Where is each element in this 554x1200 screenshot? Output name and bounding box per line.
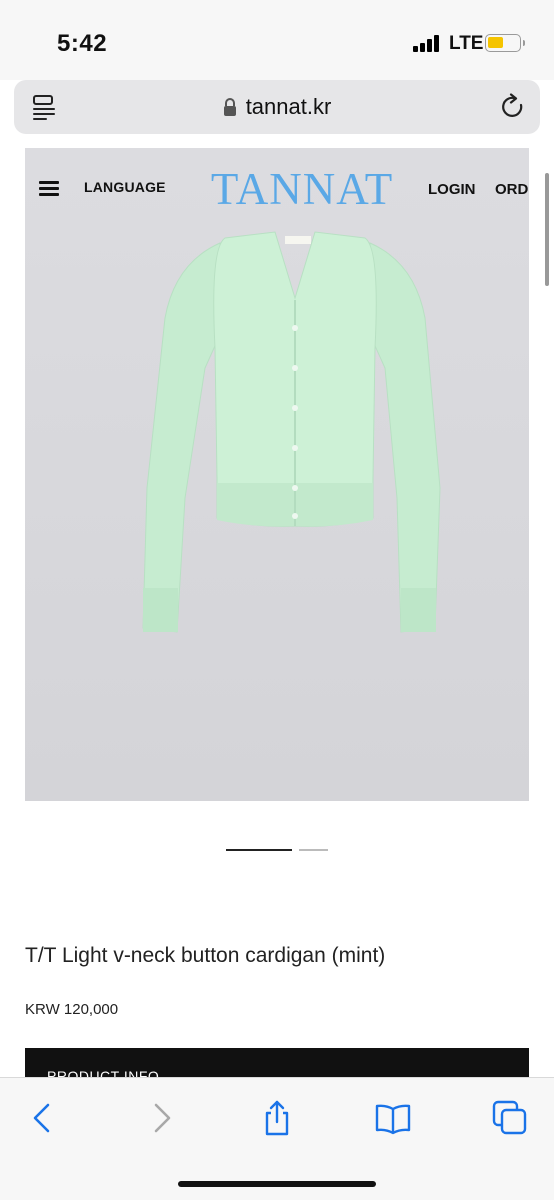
forward-chevron-icon[interactable] — [143, 1100, 179, 1136]
url-domain[interactable]: tannat.kr — [246, 94, 332, 120]
carousel-indicator — [226, 849, 330, 853]
cellular-signal-icon — [413, 34, 443, 52]
network-type: LTE — [449, 33, 484, 54]
language-link[interactable]: LANGUAGE — [84, 179, 166, 195]
carousel-dot[interactable] — [299, 849, 328, 851]
hamburger-menu-icon[interactable] — [39, 181, 59, 197]
order-link[interactable]: ORDER — [495, 181, 529, 198]
status-time: 5:42 — [57, 30, 108, 57]
share-icon[interactable] — [259, 1100, 295, 1136]
address-bar[interactable]: tannat.kr — [14, 80, 540, 134]
lock-icon — [223, 98, 236, 116]
product-title: T/T Light v-neck button cardigan (mint) — [25, 944, 386, 967]
home-indicator[interactable] — [178, 1181, 376, 1187]
product-info-button[interactable]: PRODUCT INFO — [25, 1048, 529, 1078]
product-image[interactable]: LANGUAGE TANNAT LOGIN ORDER — [25, 148, 529, 801]
carousel-dot-active[interactable] — [226, 849, 292, 851]
cardigan-image — [142, 231, 441, 633]
web-page: LANGUAGE TANNAT LOGIN ORDER T/T Light v-… — [0, 148, 554, 1078]
login-link[interactable]: LOGIN — [428, 181, 476, 198]
product-price: KRW 120,000 — [25, 1001, 119, 1018]
book-icon[interactable] — [375, 1100, 411, 1136]
page-scrollbar[interactable] — [545, 173, 549, 286]
battery-icon — [485, 34, 525, 52]
tabs-icon[interactable] — [492, 1100, 528, 1136]
brand-logo[interactable]: TANNAT — [207, 162, 397, 216]
reload-icon[interactable] — [500, 93, 526, 121]
status-bar: 5:42 LTE — [0, 0, 554, 80]
back-chevron-icon[interactable] — [25, 1100, 61, 1136]
